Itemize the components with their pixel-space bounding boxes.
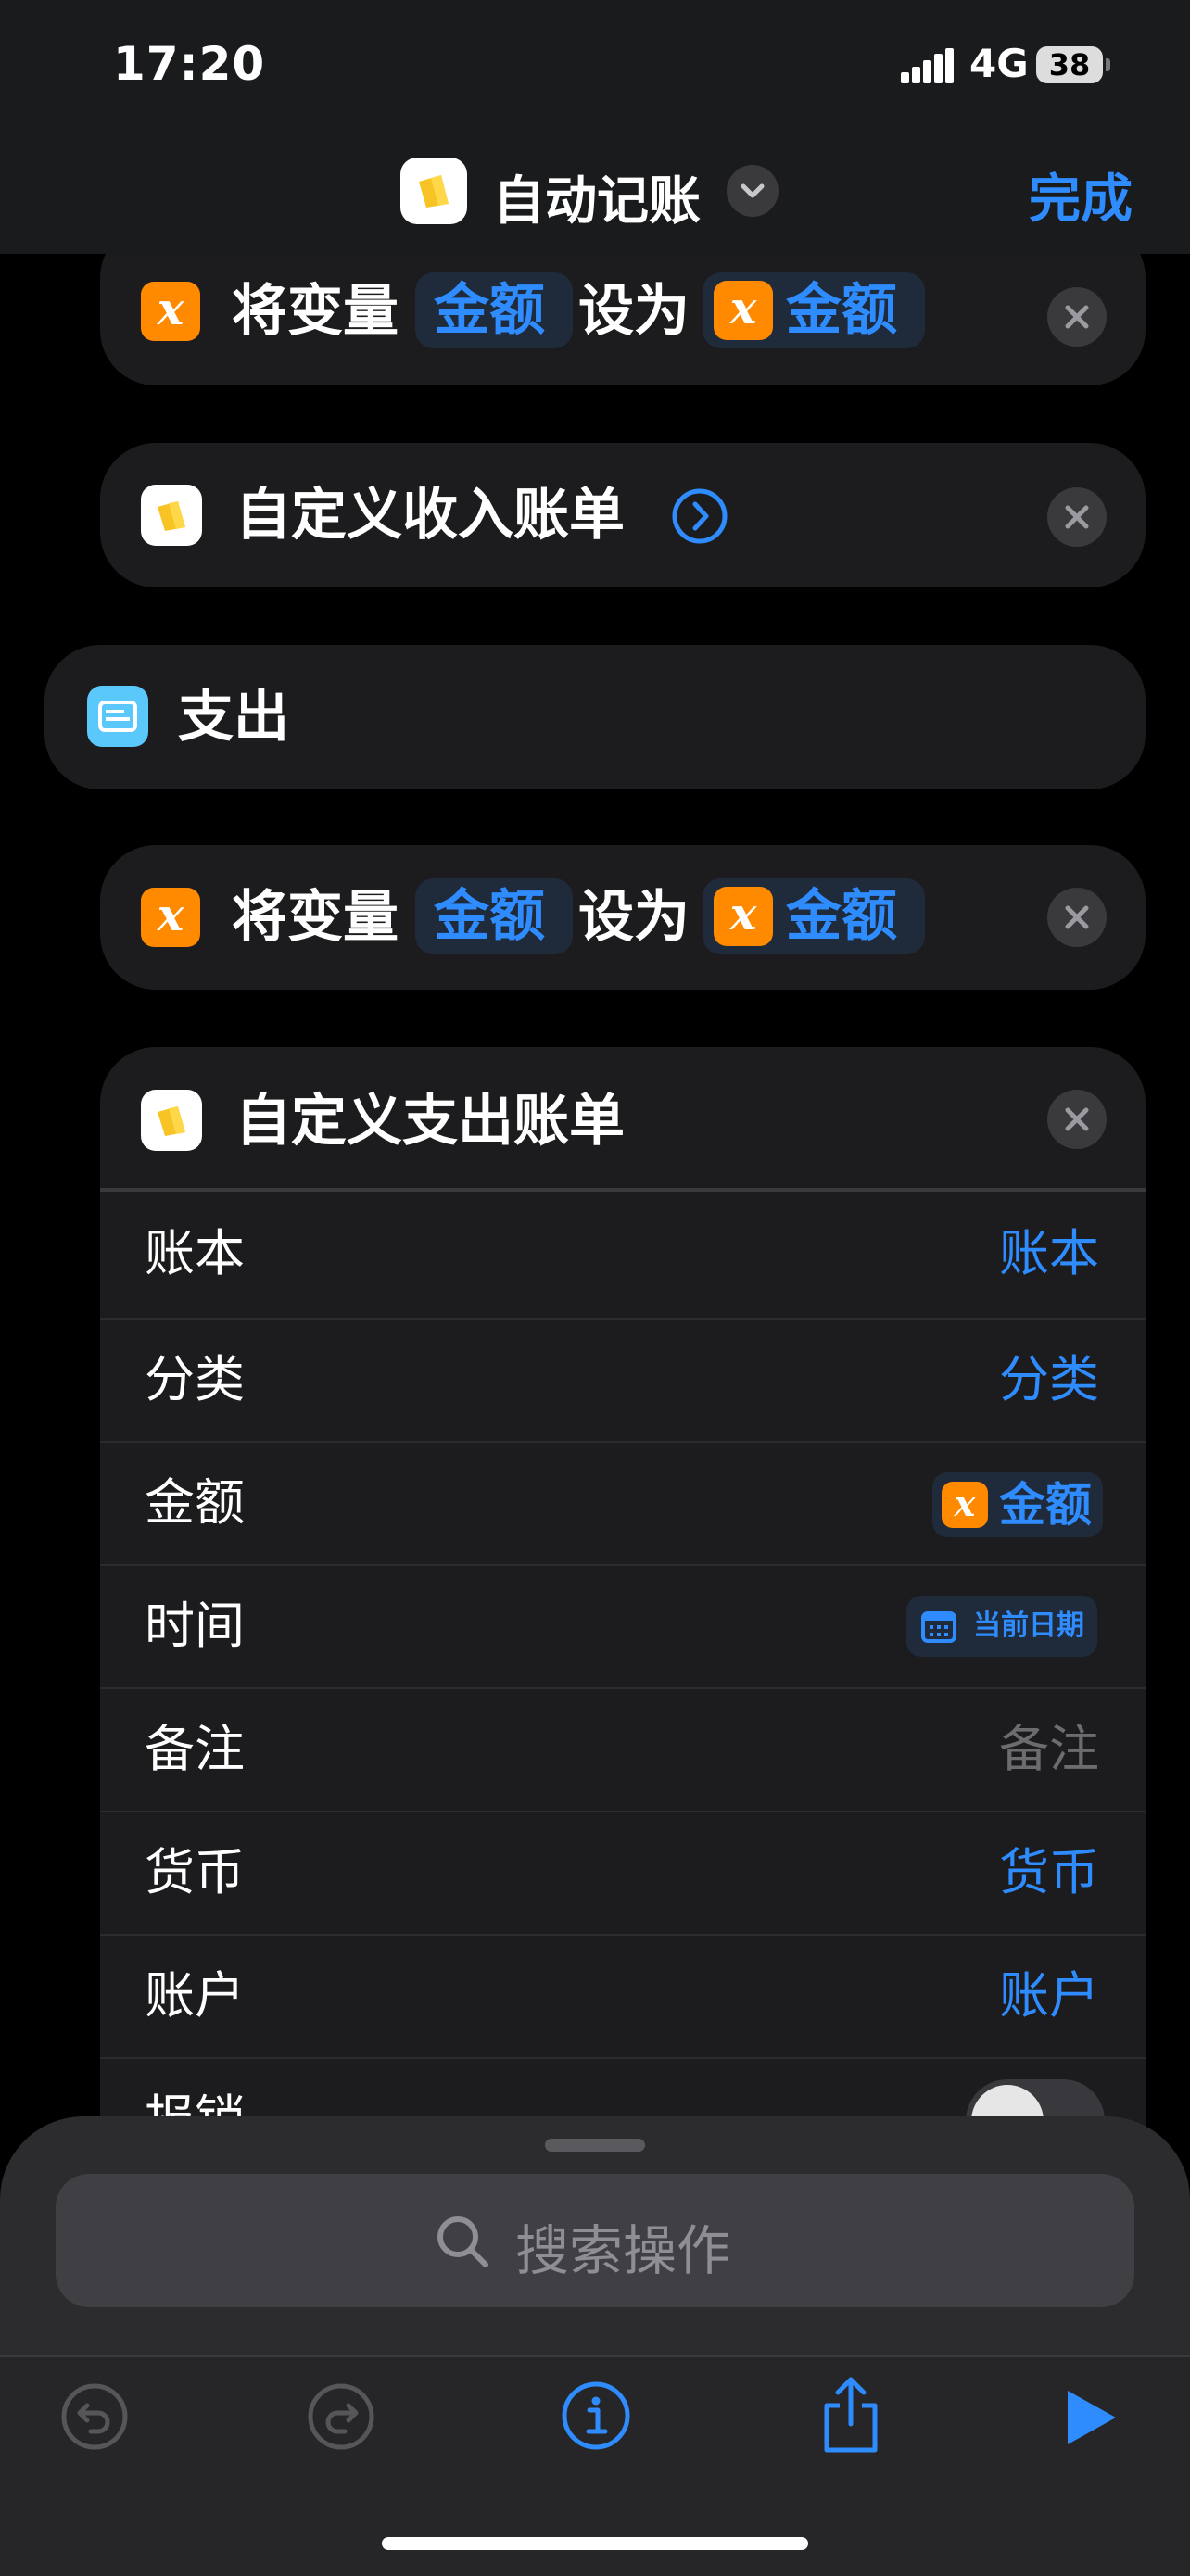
share-icon[interactable] bbox=[816, 2374, 886, 2456]
app-icon bbox=[141, 485, 202, 546]
set-var-prefix: 将变量 bbox=[232, 885, 399, 950]
remove-action-button[interactable] bbox=[1047, 1090, 1107, 1149]
param-row-currency[interactable]: 货币 货币 bbox=[100, 1811, 1146, 1935]
done-button[interactable]: 完成 bbox=[1029, 158, 1133, 233]
search-icon bbox=[437, 2216, 488, 2267]
remove-action-button[interactable] bbox=[1047, 487, 1107, 547]
amount-variable-token[interactable]: x 金额 bbox=[932, 1472, 1103, 1537]
search-placeholder: 搜索操作 bbox=[515, 2219, 731, 2282]
close-icon bbox=[1065, 905, 1089, 929]
menu-icon bbox=[87, 686, 148, 747]
signal-icon bbox=[901, 48, 954, 83]
param-row-category[interactable]: 分类 分类 bbox=[100, 1318, 1146, 1442]
calendar-icon bbox=[921, 1611, 956, 1643]
variable-icon: x bbox=[141, 282, 200, 341]
income-action-label: 自定义收入账单 bbox=[235, 483, 625, 548]
chevron-right-circle-icon[interactable] bbox=[671, 487, 728, 545]
sheet-grabber[interactable] bbox=[545, 2139, 645, 2152]
variable-icon: x bbox=[141, 888, 200, 947]
app-icon bbox=[141, 1090, 202, 1151]
current-date-token[interactable]: 当前日期 bbox=[906, 1596, 1097, 1657]
set-var-mid: 设为 bbox=[578, 279, 690, 344]
set-var-prefix: 将变量 bbox=[232, 279, 399, 344]
network-type: 4G bbox=[969, 41, 1029, 86]
branch-label: 支出 bbox=[178, 685, 289, 750]
custom-income-action[interactable]: 自定义收入账单 bbox=[100, 443, 1146, 587]
variable-icon: x bbox=[714, 281, 773, 340]
remove-action-button[interactable] bbox=[1047, 287, 1107, 347]
param-row-note[interactable]: 备注 备注 bbox=[100, 1687, 1146, 1812]
status-time: 17:20 bbox=[113, 37, 266, 91]
chevron-down-icon[interactable] bbox=[727, 165, 779, 217]
info-icon[interactable] bbox=[560, 2380, 632, 2452]
expense-action-label: 自定义支出账单 bbox=[235, 1089, 625, 1154]
variable-name-token[interactable]: 金额 bbox=[415, 878, 573, 954]
param-row-account[interactable]: 账户 账户 bbox=[100, 1934, 1146, 2058]
home-indicator bbox=[382, 2537, 808, 2550]
close-icon bbox=[1065, 505, 1089, 529]
undo-icon[interactable] bbox=[59, 2381, 130, 2452]
shortcut-title[interactable]: 自动记账 bbox=[493, 159, 701, 234]
variable-icon: x bbox=[942, 1482, 988, 1528]
redo-icon[interactable] bbox=[306, 2381, 376, 2452]
run-play-icon[interactable] bbox=[1064, 2387, 1120, 2448]
close-icon bbox=[1065, 1107, 1089, 1131]
battery-indicator: 38 bbox=[1036, 46, 1110, 83]
set-var-mid: 设为 bbox=[578, 885, 690, 950]
param-row-time[interactable]: 时间 当前日期 bbox=[100, 1564, 1146, 1688]
remove-action-button[interactable] bbox=[1047, 888, 1107, 947]
expense-divider bbox=[100, 1188, 1146, 1192]
param-row-ledger[interactable]: 账本 账本 bbox=[100, 1193, 1146, 1316]
close-icon bbox=[1065, 305, 1089, 329]
menu-branch-expense[interactable]: 支出 bbox=[44, 645, 1146, 789]
shortcut-app-icon[interactable] bbox=[400, 158, 467, 224]
variable-value-token[interactable]: x 金额 bbox=[703, 878, 925, 954]
param-row-amount[interactable]: 金额 x 金额 bbox=[100, 1441, 1146, 1565]
variable-name-token[interactable]: 金额 bbox=[415, 272, 573, 348]
variable-value-token[interactable]: x 金额 bbox=[703, 272, 925, 348]
set-variable-action-2[interactable]: x 将变量 金额 设为 x 金额 bbox=[100, 845, 1146, 990]
variable-icon: x bbox=[714, 887, 773, 946]
